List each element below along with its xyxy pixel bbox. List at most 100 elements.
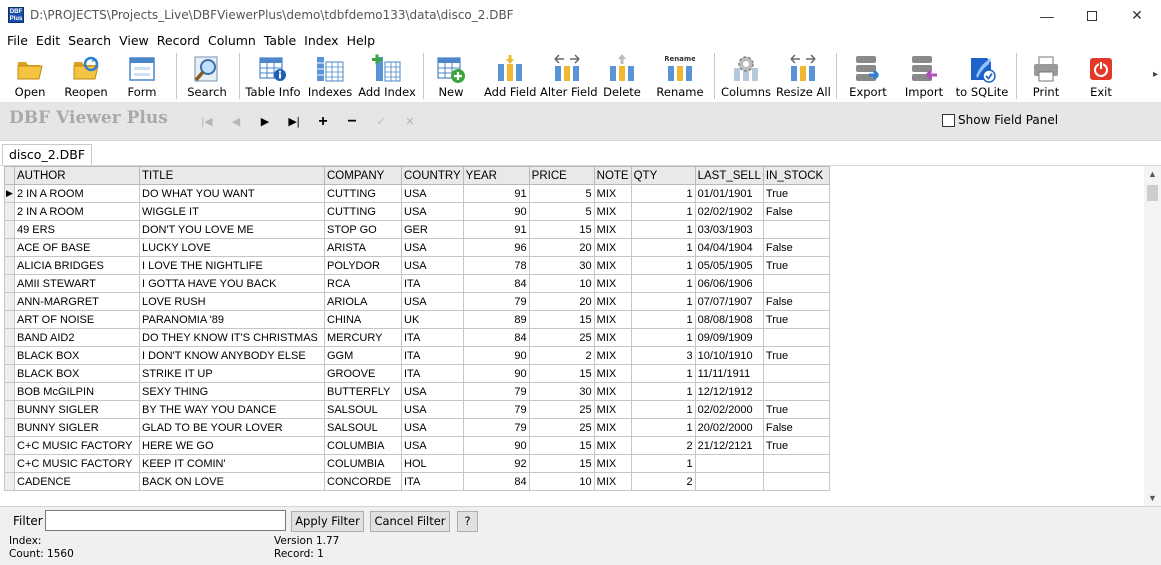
table-cell[interactable]: 79 xyxy=(462,382,530,401)
checkbox-icon[interactable] xyxy=(942,113,955,127)
table-cell[interactable]: 21/12/2121 xyxy=(694,436,764,455)
table-cell[interactable]: 1 xyxy=(630,364,696,383)
table-cell[interactable]: COLUMBIA xyxy=(324,454,402,473)
table-cell[interactable]: MIX xyxy=(593,364,632,383)
apply-filter-button[interactable]: Apply Filter xyxy=(291,511,364,532)
table-cell[interactable]: MIX xyxy=(593,202,632,221)
table-cell[interactable] xyxy=(762,328,830,347)
table-cell[interactable]: 15 xyxy=(528,454,595,473)
menu-column[interactable]: Column xyxy=(204,31,260,51)
tab-disco-2[interactable]: disco_2.DBF xyxy=(2,144,93,165)
table-cell[interactable]: HOL xyxy=(401,454,464,473)
column-header-note[interactable]: NOTE xyxy=(593,166,632,185)
row-indicator[interactable] xyxy=(4,292,15,311)
table-cell[interactable]: GGM xyxy=(324,346,402,365)
table-cell[interactable]: 5 xyxy=(528,184,595,203)
new-button[interactable]: New xyxy=(428,51,474,101)
add-index-button[interactable]: Add Index xyxy=(358,51,416,101)
table-cell[interactable]: 09/09/1909 xyxy=(694,328,764,347)
table-cell[interactable]: CADENCE xyxy=(14,472,140,491)
table-cell[interactable]: MIX xyxy=(593,238,632,257)
table-cell[interactable]: 20/02/2000 xyxy=(694,418,764,437)
table-row[interactable]: 49 ERS DON'T YOU LOVE ME STOP GO GER 91 15 MIX… xyxy=(4,220,830,239)
table-row[interactable]: ACE OF BASE LUCKY LOVE ARISTA USA 96 20 MIX 1 04… xyxy=(4,238,830,257)
table-cell[interactable]: 15 xyxy=(528,310,595,329)
row-indicator[interactable] xyxy=(4,274,15,293)
table-row[interactable]: BLACK BOX STRIKE IT UP GROOVE ITA 90 15 MIX 1 11… xyxy=(4,364,830,383)
table-cell[interactable]: RCA xyxy=(324,274,402,293)
table-row[interactable]: BUNNY SIGLER GLAD TO BE YOUR LOVER SALSOUL… xyxy=(4,418,830,437)
table-cell[interactable]: C+C MUSIC FACTORY xyxy=(14,454,140,473)
nav-insert-icon[interactable]: + xyxy=(315,114,331,130)
table-cell[interactable]: 02/02/2000 xyxy=(694,400,764,419)
table-cell[interactable]: STOP GO xyxy=(324,220,402,239)
table-cell[interactable]: USA xyxy=(401,292,464,311)
table-cell[interactable]: 1 xyxy=(630,454,696,473)
table-cell[interactable]: I GOTTA HAVE YOU BACK xyxy=(139,274,325,293)
table-cell[interactable] xyxy=(762,454,830,473)
table-cell[interactable]: CUTTING xyxy=(324,202,402,221)
table-cell[interactable]: 07/07/1907 xyxy=(694,292,764,311)
table-cell[interactable]: 84 xyxy=(462,328,530,347)
table-cell[interactable] xyxy=(762,472,830,491)
toolbar-overflow-icon[interactable]: ▸ xyxy=(1153,69,1158,80)
table-row[interactable]: BAND AID2 DO THEY KNOW IT'S CHRISTMAS MERC… xyxy=(4,328,830,347)
to-sqlite-button[interactable]: to SQLite xyxy=(954,51,1010,101)
table-cell[interactable]: 2 xyxy=(630,472,696,491)
menu-help[interactable]: Help xyxy=(343,31,380,51)
table-cell[interactable]: USA xyxy=(401,418,464,437)
table-cell[interactable]: False xyxy=(762,238,830,257)
table-cell[interactable]: MIX xyxy=(593,472,632,491)
table-cell[interactable]: 20 xyxy=(528,238,595,257)
table-cell[interactable]: STRIKE IT UP xyxy=(139,364,325,383)
table-cell[interactable]: ARISTA xyxy=(324,238,402,257)
table-cell[interactable]: BUTTERFLY xyxy=(324,382,402,401)
row-indicator[interactable] xyxy=(4,310,15,329)
table-cell[interactable]: COLUMBIA xyxy=(324,436,402,455)
table-cell[interactable]: ART OF NOISE xyxy=(14,310,140,329)
table-cell[interactable]: 25 xyxy=(528,328,595,347)
column-header-price[interactable]: PRICE xyxy=(528,166,595,185)
table-cell[interactable]: KEEP IT COMIN' xyxy=(139,454,325,473)
table-cell[interactable]: 20 xyxy=(528,292,595,311)
table-cell[interactable]: USA xyxy=(401,400,464,419)
table-cell[interactable]: MIX xyxy=(593,310,632,329)
table-cell[interactable]: SALSOUL xyxy=(324,400,402,419)
table-cell[interactable]: 79 xyxy=(462,418,530,437)
table-cell[interactable]: BY THE WAY YOU DANCE xyxy=(139,400,325,419)
table-cell[interactable]: 04/04/1904 xyxy=(694,238,764,257)
table-cell[interactable]: 3 xyxy=(630,346,696,365)
table-row[interactable]: ALICIA BRIDGES I LOVE THE NIGHTLIFE POLYDO… xyxy=(4,256,830,275)
open-button[interactable]: Open xyxy=(6,51,54,101)
filter-help-button[interactable]: ? xyxy=(457,511,478,532)
table-cell[interactable]: MIX xyxy=(593,346,632,365)
table-cell[interactable]: 84 xyxy=(462,274,530,293)
table-cell[interactable]: 06/06/1906 xyxy=(694,274,764,293)
minimize-button[interactable]: — xyxy=(1024,0,1070,31)
table-cell[interactable]: True xyxy=(762,346,830,365)
row-indicator[interactable] xyxy=(4,328,15,347)
table-cell[interactable]: UK xyxy=(401,310,464,329)
table-cell[interactable]: 79 xyxy=(462,400,530,419)
table-cell[interactable]: 02/02/1902 xyxy=(694,202,764,221)
menu-index[interactable]: Index xyxy=(300,31,342,51)
row-indicator[interactable] xyxy=(4,400,15,419)
table-cell[interactable]: I LOVE THE NIGHTLIFE xyxy=(139,256,325,275)
table-info-button[interactable]: Table Info xyxy=(244,51,302,101)
table-cell[interactable]: ANN-MARGRET xyxy=(14,292,140,311)
table-cell[interactable]: GROOVE xyxy=(324,364,402,383)
table-cell[interactable]: WIGGLE IT xyxy=(139,202,325,221)
delete-field-button[interactable]: Delete xyxy=(598,51,646,101)
table-cell[interactable]: 03/03/1903 xyxy=(694,220,764,239)
table-cell[interactable]: BLACK BOX xyxy=(14,364,140,383)
table-cell[interactable] xyxy=(694,472,764,491)
table-cell[interactable]: ITA xyxy=(401,328,464,347)
table-cell[interactable]: MIX xyxy=(593,328,632,347)
nav-cancel-icon[interactable]: ✕ xyxy=(402,114,418,130)
table-cell[interactable]: MIX xyxy=(593,400,632,419)
table-cell[interactable]: 30 xyxy=(528,256,595,275)
table-cell[interactable]: ITA xyxy=(401,364,464,383)
row-indicator[interactable]: ▶ xyxy=(4,184,15,203)
vertical-scrollbar[interactable]: ▲ ▼ xyxy=(1144,166,1161,506)
table-cell[interactable]: 2 xyxy=(630,436,696,455)
